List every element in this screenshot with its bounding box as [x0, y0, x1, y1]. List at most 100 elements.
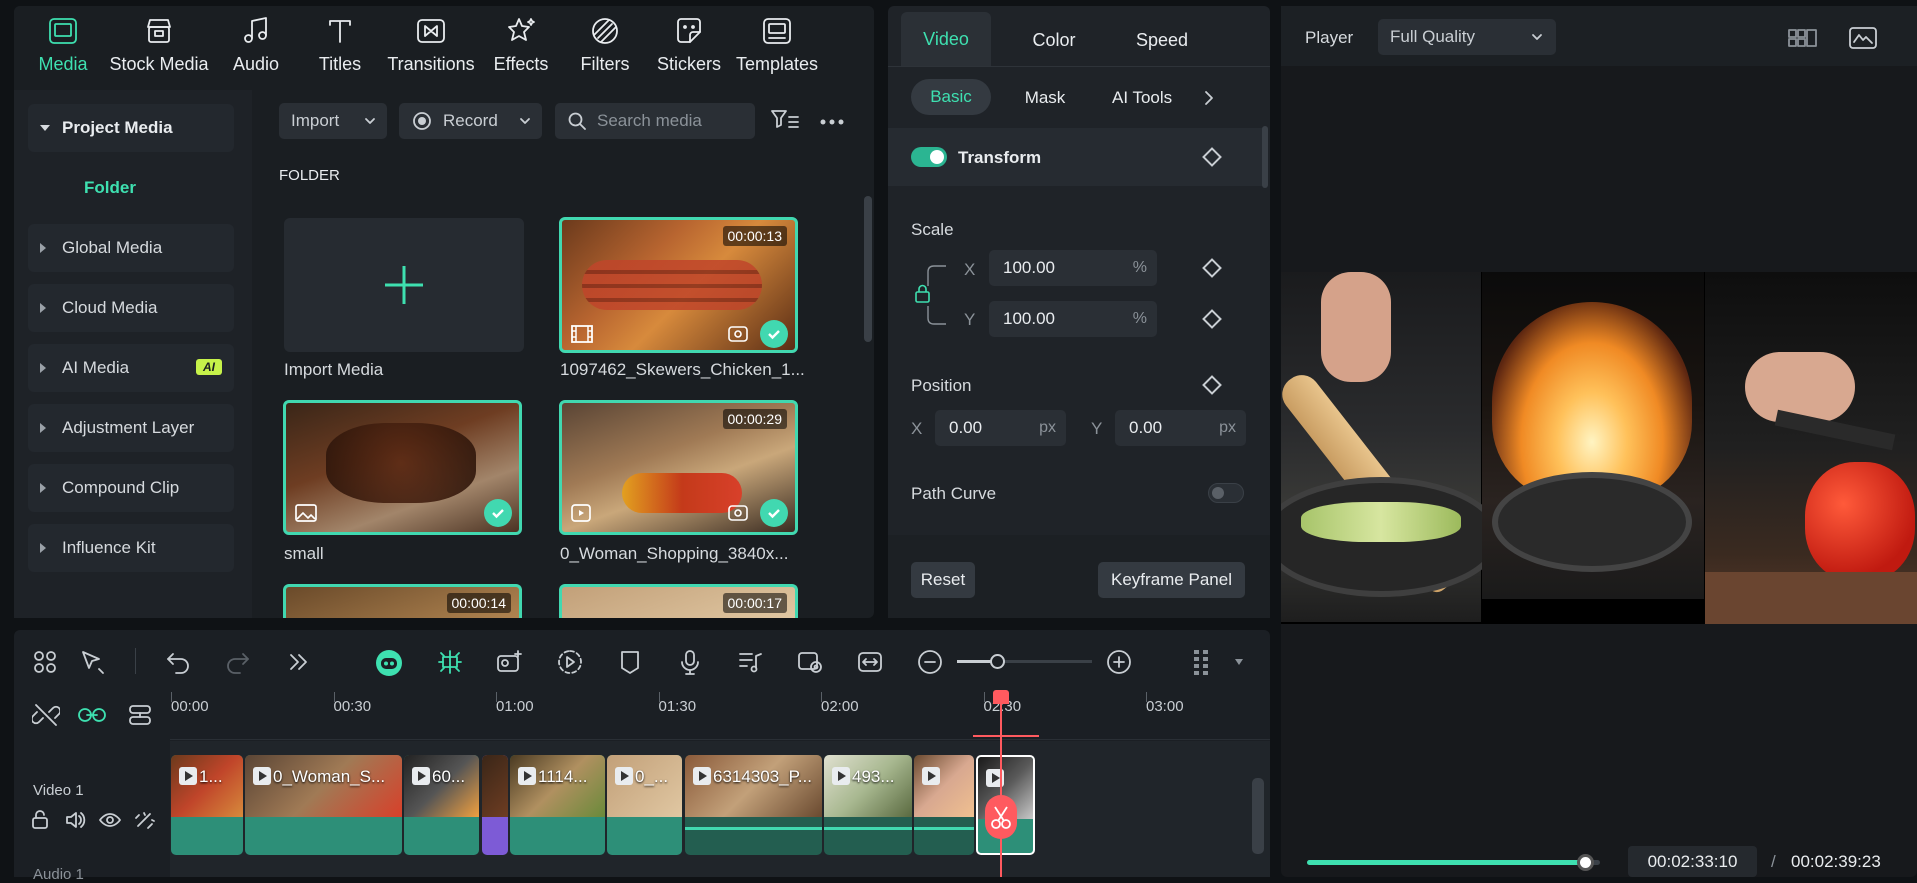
search-media-input[interactable]: Search media [555, 103, 755, 139]
reset-button[interactable]: Reset [911, 562, 975, 598]
subtab-ai-tools[interactable]: AI Tools [1112, 88, 1192, 108]
waveform-monitor-icon[interactable] [1848, 25, 1878, 51]
track-lock-icon[interactable] [30, 810, 50, 830]
timeline-clip[interactable]: 0_Woman_S... [245, 755, 402, 855]
tab-effects[interactable]: Effects [488, 14, 554, 75]
chevron-right-icon[interactable] [1202, 90, 1216, 106]
plus-icon [385, 266, 423, 304]
position-y-input[interactable]: 0.00 px [1115, 410, 1246, 446]
import-dropdown[interactable]: Import [279, 103, 387, 139]
lock-link-icon[interactable] [912, 262, 948, 328]
clip-title: 0_... [635, 767, 669, 786]
media-scrollbar[interactable] [864, 196, 872, 342]
caret-down-icon[interactable] [1234, 658, 1244, 666]
play-icon [615, 767, 633, 785]
ai-effects-icon[interactable] [495, 648, 523, 676]
tab-stock-media[interactable]: Stock Media [108, 14, 210, 75]
ai-track-icon[interactable] [134, 810, 156, 830]
timeline-clip[interactable]: 493... [824, 755, 912, 855]
timeline-clip-purple[interactable] [482, 755, 508, 855]
filter-sort-icon[interactable] [770, 108, 800, 134]
tab-color[interactable]: Color [1014, 30, 1094, 51]
props-scrollbar[interactable] [1262, 126, 1268, 188]
position-x-input[interactable]: 0.00 px [935, 410, 1066, 446]
sidebar-item-project-media[interactable]: Project Media [28, 104, 234, 152]
more-options-icon[interactable] [819, 118, 845, 126]
ai-copilot-icon[interactable] [374, 648, 404, 678]
speaker-icon[interactable] [64, 810, 86, 830]
tab-media[interactable]: Media [30, 14, 96, 75]
sidebar-item-label: AI Media [62, 358, 130, 377]
timeline-clip[interactable]: 0_... [607, 755, 682, 855]
transform-toggle[interactable] [911, 147, 947, 167]
link-icon[interactable] [77, 701, 107, 729]
tab-video[interactable]: Video [901, 12, 991, 66]
screen-preview-icon[interactable] [796, 648, 824, 676]
snap-icon[interactable] [436, 648, 464, 676]
timeline-clip[interactable] [914, 755, 974, 855]
path-curve-toggle[interactable] [1208, 483, 1244, 503]
split-clip-button[interactable] [985, 795, 1017, 839]
keyframe-panel-button[interactable]: Keyframe Panel [1098, 562, 1245, 598]
microphone-icon[interactable] [676, 648, 704, 676]
search-icon [568, 112, 586, 130]
tab-speed[interactable]: Speed [1122, 30, 1202, 51]
ruler-tick-label: 00:00 [171, 698, 209, 715]
playback-track[interactable] [1307, 854, 1600, 871]
tab-stickers[interactable]: Stickers [652, 14, 726, 75]
media-thumb-small[interactable] [283, 400, 522, 535]
zoom-out-icon[interactable] [916, 648, 944, 676]
scale-y-input[interactable]: 100.00% [989, 301, 1157, 337]
sidebar-item-ai-media[interactable]: AI Media AI [28, 344, 234, 392]
track-manage-icon[interactable] [126, 701, 154, 729]
media-thumb-partial-1[interactable]: 00:00:14 [283, 584, 522, 618]
sidebar-item-folder[interactable]: Folder [84, 178, 136, 198]
chevron-right-icon [40, 543, 46, 553]
ruler-tick-label: 01:30 [658, 698, 697, 715]
layout-grid-icon[interactable] [1787, 26, 1819, 50]
undo-icon[interactable] [164, 648, 192, 676]
select-tool-icon[interactable] [78, 648, 106, 676]
tab-audio[interactable]: Audio [226, 14, 286, 75]
unlink-icon[interactable] [32, 701, 60, 729]
fit-timeline-icon[interactable] [856, 648, 884, 676]
eye-icon[interactable] [99, 810, 121, 830]
timeline-clip[interactable]: 60... [404, 755, 479, 855]
media-thumb-skewers[interactable]: 00:00:13 [559, 217, 798, 353]
sidebar-item-cloud-media[interactable]: Cloud Media [28, 284, 234, 332]
media-thumb-partial-2[interactable]: 00:00:17 [559, 584, 798, 618]
import-media-tile[interactable] [284, 218, 524, 352]
redo-icon[interactable] [224, 648, 252, 676]
timeline-clip[interactable]: 1... [171, 755, 243, 855]
subtab-basic[interactable]: Basic [911, 79, 991, 115]
layout-grid-icon[interactable] [31, 648, 59, 676]
audio-list-icon[interactable] [736, 648, 764, 676]
scale-x-input[interactable]: 100.00% [989, 250, 1157, 286]
tab-filters[interactable]: Filters [572, 14, 638, 75]
video-preview[interactable] [1281, 272, 1917, 624]
sidebar-item-influence-kit[interactable]: Influence Kit [28, 524, 234, 572]
tab-templates[interactable]: Templates [734, 14, 820, 75]
track-height-icon[interactable] [1188, 648, 1216, 676]
scale-x-label: X [964, 260, 976, 279]
more-tools-icon[interactable] [284, 648, 312, 676]
sidebar-item-compound-clip[interactable]: Compound Clip [28, 464, 234, 512]
auto-reframe-icon[interactable] [556, 648, 584, 676]
zoom-slider-knob[interactable] [990, 654, 1005, 669]
tab-transitions[interactable]: Transitions [384, 14, 478, 75]
zoom-in-icon[interactable] [1105, 648, 1133, 676]
timeline-clip[interactable]: 1114... [510, 755, 605, 855]
timeline-clip[interactable]: 6314303_P... [685, 755, 822, 855]
marker-icon[interactable] [616, 648, 644, 676]
quality-dropdown[interactable]: Full Quality [1378, 19, 1556, 55]
tab-titles[interactable]: Titles [310, 14, 370, 75]
timeline-scrollbar[interactable] [1252, 778, 1264, 854]
media-thumb-woman-shopping[interactable]: 00:00:29 [559, 400, 798, 535]
subtab-mask[interactable]: Mask [1010, 88, 1080, 108]
current-time-box[interactable]: 00:02:33:10 [1628, 846, 1757, 877]
sidebar-item-global-media[interactable]: Global Media [28, 224, 234, 272]
record-dropdown[interactable]: Record [399, 103, 542, 139]
sidebar-item-adjustment-layer[interactable]: Adjustment Layer [28, 404, 234, 452]
ruler-tick-label: 01:00 [496, 698, 534, 715]
zoom-slider-track[interactable] [957, 654, 1092, 669]
